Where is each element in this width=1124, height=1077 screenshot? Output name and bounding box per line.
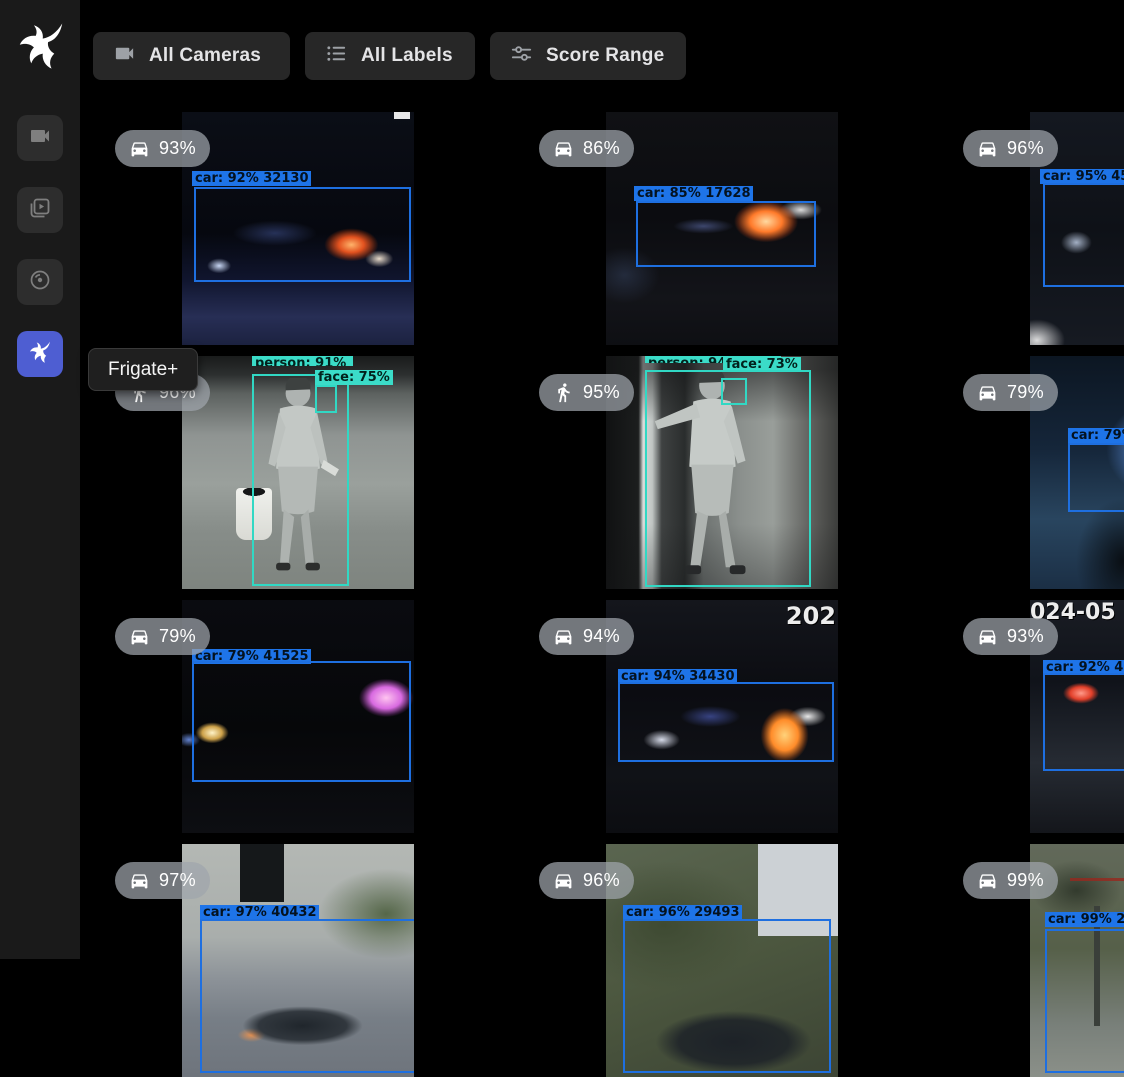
filter-labels-label: All Labels [361, 45, 453, 67]
score-badge: 86% [539, 130, 634, 167]
car-icon [129, 626, 150, 647]
bounding-box [1045, 929, 1124, 1073]
tooltip-label: Frigate+ [108, 359, 178, 381]
detection-tile[interactable]: car: 97% 40432 97% [182, 844, 414, 1077]
bounding-box-label: person: 91% [252, 356, 353, 366]
car-icon [129, 870, 150, 891]
bounding-box [200, 919, 414, 1073]
score-value: 79% [159, 626, 196, 647]
score-badge: 95% [539, 374, 634, 411]
score-badge: 93% [963, 618, 1058, 655]
video-camera-icon [28, 124, 52, 153]
car-icon [977, 626, 998, 647]
sidebar-item-frigate-plus[interactable] [17, 331, 63, 377]
frigate-logo-icon [18, 20, 64, 66]
detection-thumbnail: 202 car: 94% 34430 [606, 600, 838, 833]
score-value: 96% [583, 870, 620, 891]
car-icon [553, 138, 574, 159]
score-value: 97% [159, 870, 196, 891]
bounding-box [1043, 673, 1124, 771]
detection-tile[interactable]: person: 91% face: 75% 96% [182, 356, 414, 589]
face-bounding-box [315, 385, 337, 413]
score-badge: 96% [963, 130, 1058, 167]
score-badge: 94% [539, 618, 634, 655]
bounding-box-label: car: 85% 17628 [634, 186, 753, 201]
sidebar-item-live[interactable] [17, 115, 63, 161]
score-value: 96% [1007, 138, 1044, 159]
detection-tile[interactable]: car: 92% 32130 93% [182, 112, 414, 345]
bounding-box-label: car: 96% 29493 [623, 905, 742, 920]
detection-tile[interactable]: car: 95% 45260 96% [1030, 112, 1124, 345]
sidebar-item-review[interactable] [17, 187, 63, 233]
video-camera-icon [113, 42, 136, 70]
face-bounding-box [721, 378, 747, 405]
detection-tile[interactable]: 024-05 0 car: 92% 4218 93% [1030, 600, 1124, 833]
detection-thumbnail: car: 92% 32130 [182, 112, 414, 345]
car-icon [553, 626, 574, 647]
detection-thumbnail: person: 91% face: 75% [182, 356, 414, 589]
frigate-bird-icon [28, 340, 52, 369]
detection-thumbnail: car: 97% 40432 [182, 844, 414, 1077]
detection-tile[interactable]: car: 85% 17628 86% [606, 112, 838, 345]
bounding-box-label: car: 97% 40432 [200, 905, 319, 920]
detection-tile[interactable]: car: 79% 79% [1030, 356, 1124, 589]
bounding-box [192, 661, 411, 782]
detection-tile[interactable]: car: 99% 25 99% [1030, 844, 1124, 1077]
detection-tile[interactable]: 202 car: 94% 34430 94% [606, 600, 838, 833]
sidebar [0, 0, 80, 959]
score-value: 86% [583, 138, 620, 159]
tooltip-frigate-plus: Frigate+ [88, 348, 198, 391]
score-badge: 79% [115, 618, 210, 655]
score-badge: 96% [539, 862, 634, 899]
bounding-box [636, 201, 816, 267]
bounding-box [194, 187, 411, 282]
detection-thumbnail: person: 94% face: 73% [606, 356, 838, 589]
bounding-box [1043, 183, 1124, 287]
bounding-box [1068, 443, 1124, 512]
sliders-icon [510, 42, 533, 70]
review-icon [28, 196, 52, 225]
score-value: 79% [1007, 382, 1044, 403]
detection-thumbnail: car: 79% 41525 [182, 600, 414, 833]
bounding-box-label: car: 79% [1068, 428, 1124, 443]
person-walking-icon [553, 382, 574, 403]
bounding-box-label: car: 99% 25 [1045, 912, 1124, 927]
score-badge: 99% [963, 862, 1058, 899]
detection-tile[interactable]: car: 96% 29493 96% [606, 844, 838, 1077]
disc-icon [28, 268, 52, 297]
bounding-box-label: car: 92% 32130 [192, 171, 311, 186]
score-value: 94% [583, 626, 620, 647]
face-label: face: 75% [315, 370, 393, 385]
detection-thumbnail: car: 85% 17628 [606, 112, 838, 345]
car-icon [977, 870, 998, 891]
score-badge: 79% [963, 374, 1058, 411]
filter-cameras-button[interactable]: All Cameras [93, 32, 290, 80]
filter-labels-button[interactable]: All Labels [305, 32, 475, 80]
score-value: 95% [583, 382, 620, 403]
filter-score-range-button[interactable]: Score Range [490, 32, 686, 80]
filter-cameras-label: All Cameras [149, 45, 261, 67]
detection-tile[interactable]: car: 79% 41525 79% [182, 600, 414, 833]
score-badge: 93% [115, 130, 210, 167]
filter-score-range-label: Score Range [546, 45, 664, 67]
bounding-box [623, 919, 831, 1073]
car-icon [977, 382, 998, 403]
bounding-box-label: car: 95% 45260 [1040, 169, 1124, 184]
sidebar-item-export[interactable] [17, 259, 63, 305]
score-badge: 97% [115, 862, 210, 899]
bounding-box [618, 682, 834, 762]
car-icon [977, 138, 998, 159]
car-icon [553, 870, 574, 891]
detection-tile[interactable]: person: 94% face: 73% 95% [606, 356, 838, 589]
score-value: 99% [1007, 870, 1044, 891]
detection-thumbnail: car: 96% 29493 [606, 844, 838, 1077]
list-icon [325, 42, 348, 70]
camera-timestamp: 202 [786, 602, 836, 630]
score-value: 93% [159, 138, 196, 159]
car-icon [129, 138, 150, 159]
score-value: 93% [1007, 626, 1044, 647]
